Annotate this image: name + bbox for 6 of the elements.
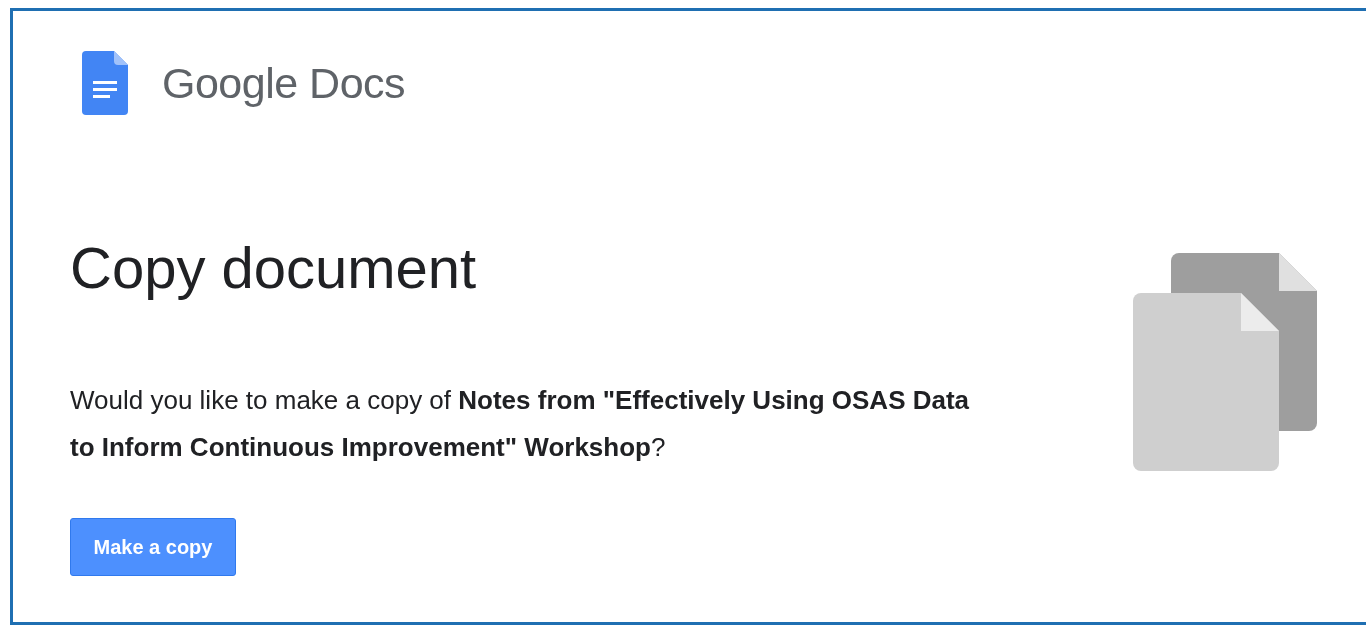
- document-icon: [82, 51, 128, 116]
- copy-documents-icon: [1133, 253, 1317, 471]
- make-copy-button[interactable]: Make a copy: [70, 518, 236, 576]
- copy-prompt: Would you like to make a copy of Notes from "Effectively Using OSAS Data to Inform Continuous Improvement" Workshop?: [70, 384, 970, 464]
- page-title: Copy document: [70, 234, 477, 302]
- product-name: Google Docs: [162, 58, 406, 109]
